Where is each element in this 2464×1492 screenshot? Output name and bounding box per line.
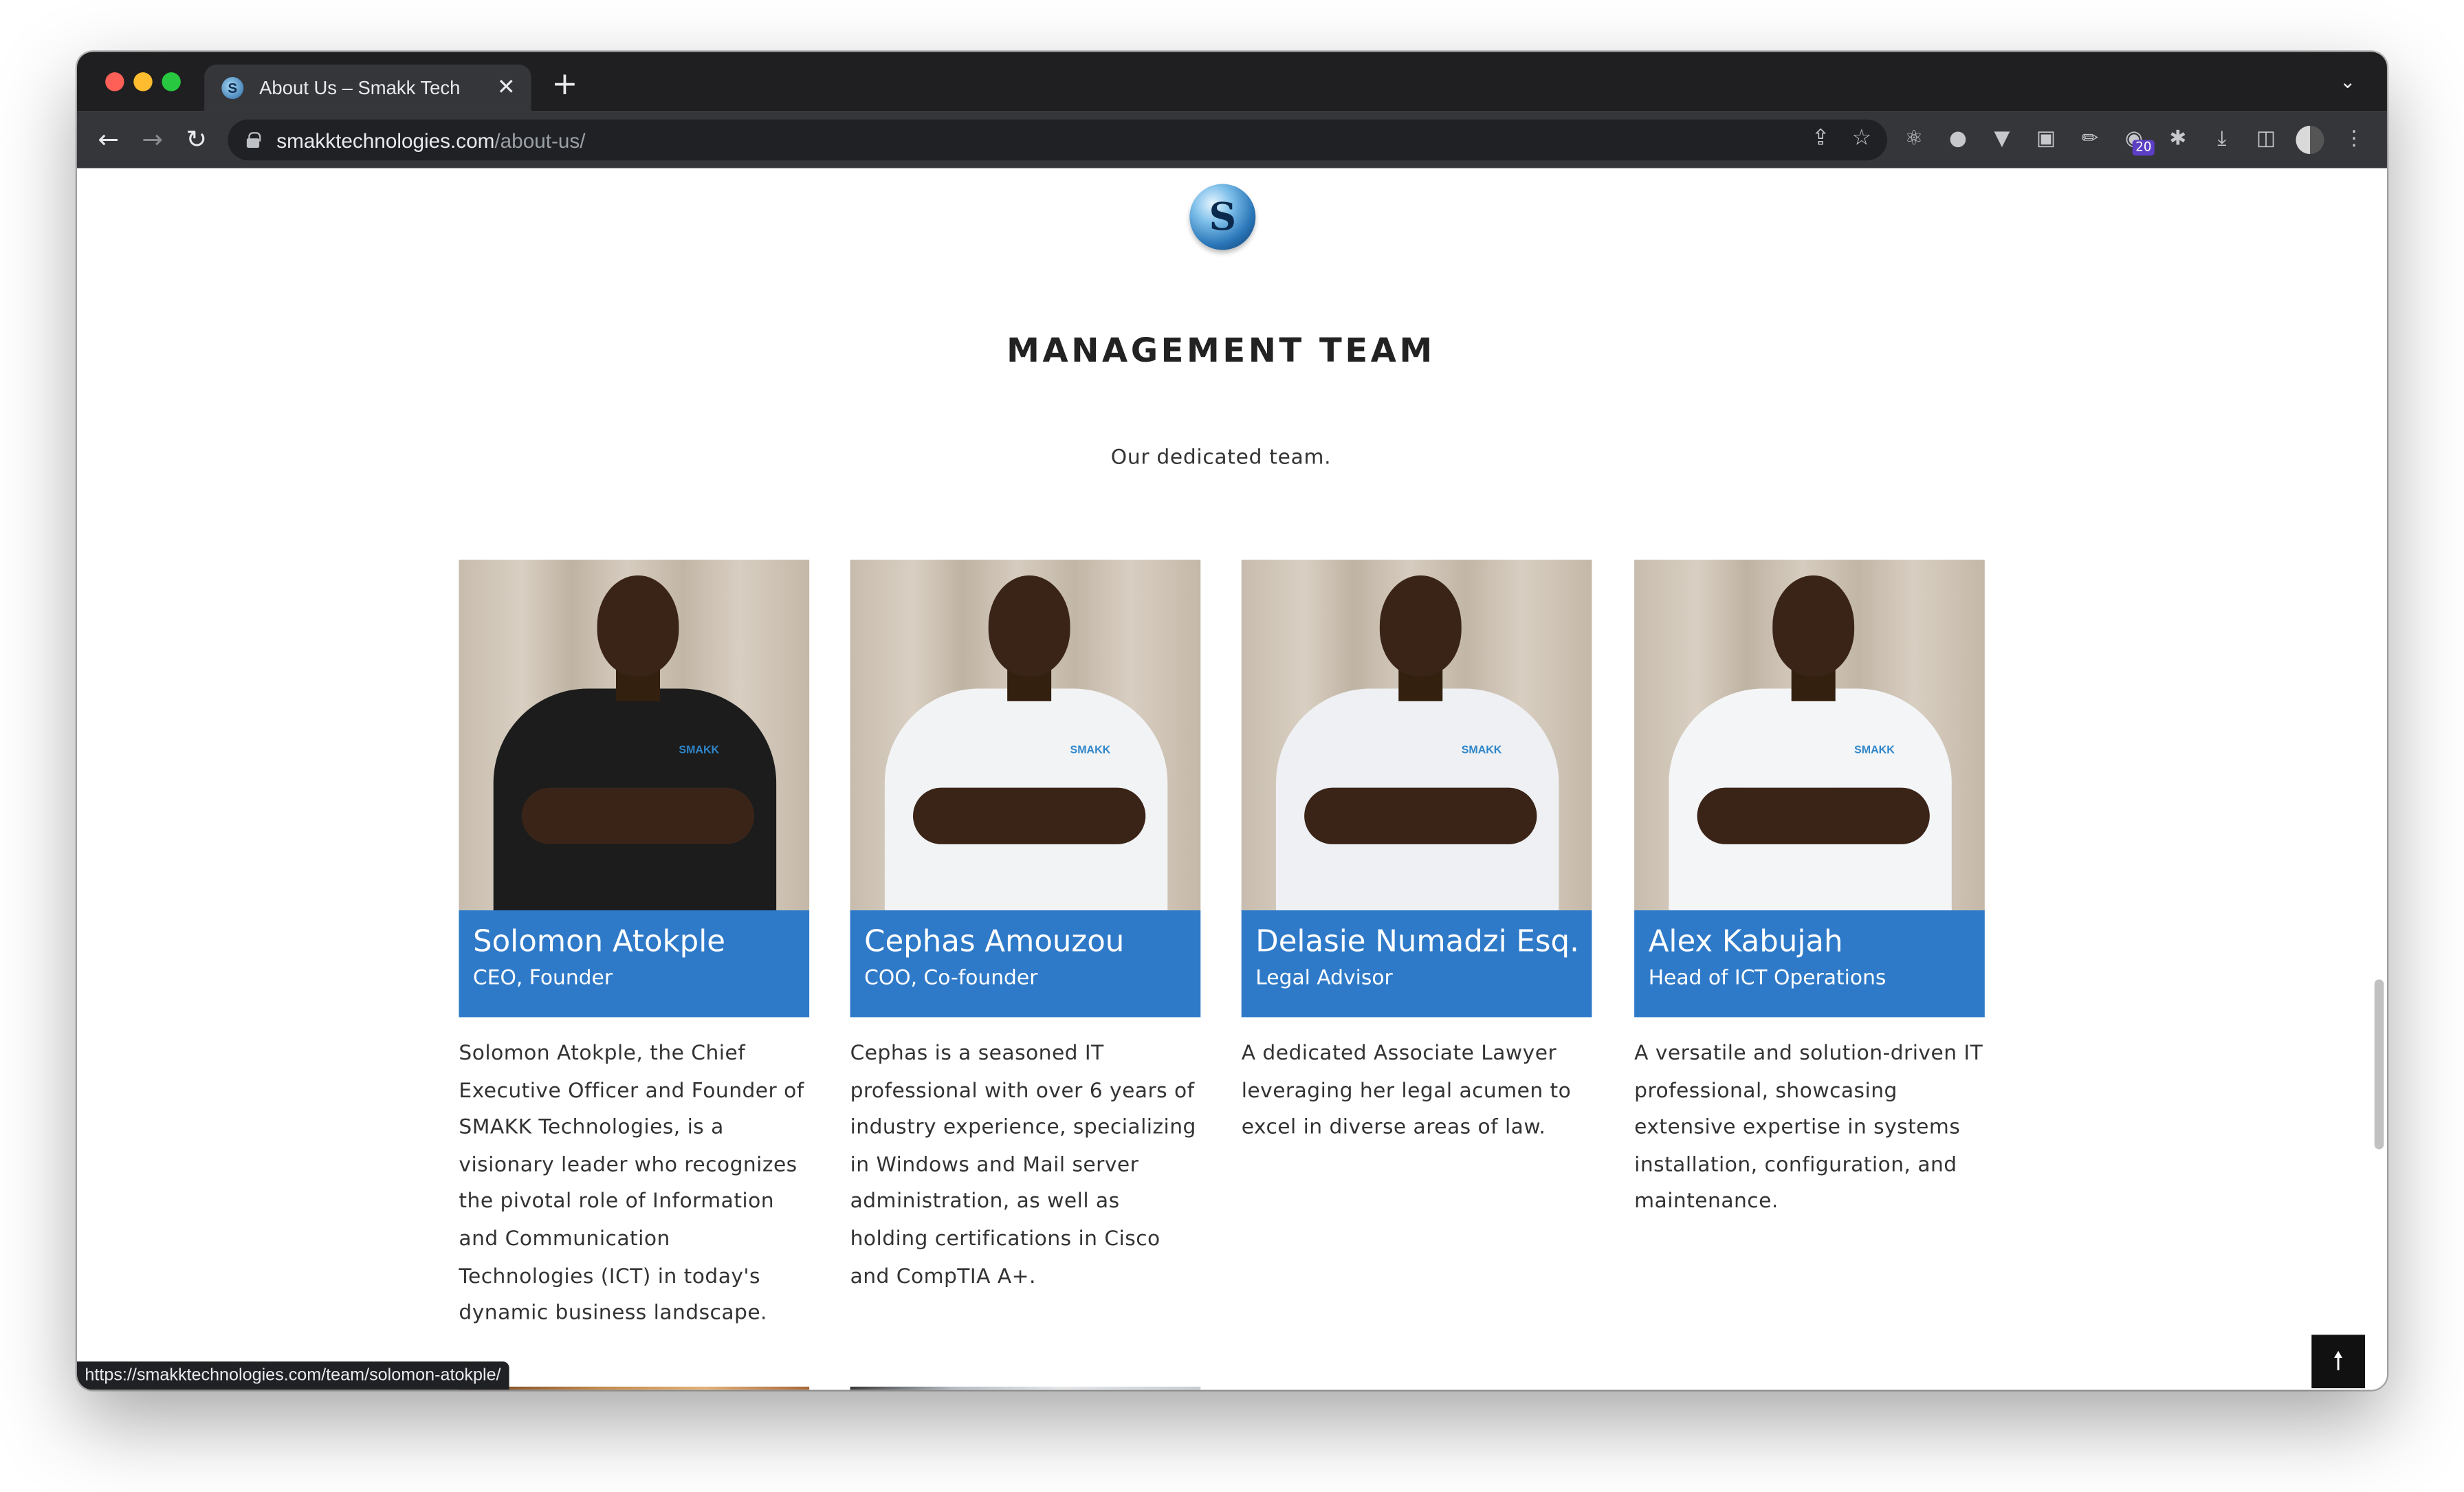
color-picker-icon[interactable]: ✏ [2076,126,2104,154]
shirt-logo-icon: SMAKK [1070,745,1111,756]
new-tab-button[interactable]: + [551,67,578,99]
team-namebar[interactable]: Alex Kabujah Head of ICT Operations [1634,910,1985,1018]
download-icon[interactable]: ⤓ [2208,126,2236,154]
smakk-logo: S [1189,184,1256,250]
extension-badge: 20 [2132,140,2155,156]
member-role: COO, Co-founder [864,967,1038,991]
team-card: SMAKK Alex Kabujah Head of ICT Operation… [1634,560,1985,1222]
tab-strip: S About Us – Smakk Tech ✕ + ⌄ [76,52,2387,112]
browser-window: S About Us – Smakk Tech ✕ + ⌄ ← → ↻ smak… [76,52,2387,1390]
extension-paw-icon[interactable]: ● [1944,126,1972,154]
section-subtitle: Our dedicated team. [1110,446,1332,470]
tab-about-us[interactable]: S About Us – Smakk Tech ✕ [204,64,531,112]
tab-search-chevron-icon[interactable]: ⌄ [2340,71,2355,93]
minimize-window-button[interactable] [133,72,153,91]
page-scrollbar[interactable] [2374,979,2384,1150]
team-member-photo[interactable]: SMAKK [1241,560,1592,910]
browser-toolbar: ← → ↻ smakktechnologies.com /about-us/ ⇪… [76,111,2387,168]
bookmark-star-icon[interactable]: ☆ [1852,126,1872,151]
team-member-photo-partial[interactable] [459,1386,810,1390]
extensions-area: ⚛ ● ▼ ▣ ✏ ◉ 20 ✱ ⤓ ◫ ⋮ [1900,125,2368,156]
team-namebar[interactable]: Solomon Atokple CEO, Founder [459,910,810,1018]
reload-button[interactable]: ↻ [181,124,212,156]
zoom-window-button[interactable] [162,72,181,91]
member-role: CEO, Founder [472,967,613,991]
team-member-photo[interactable]: SMAKK [1634,560,1985,910]
team-card: SMAKK Solomon Atokple CEO, Founder Solom… [459,560,810,1332]
shirt-logo-icon: SMAKK [679,745,720,756]
team-member-photo[interactable]: SMAKK [850,560,1201,910]
extensions-puzzle-icon[interactable]: ✱ [2164,126,2192,154]
site-favicon-icon: S [221,77,244,100]
section-title: MANAGEMENT TEAM [1006,331,1436,370]
profile-avatar[interactable] [2296,125,2324,155]
address-bar[interactable]: smakktechnologies.com /about-us/ ⇪ ☆ [228,119,1888,161]
vue-devtools-icon[interactable]: ▼ [1988,126,2016,154]
member-name[interactable]: Cephas Amouzou [864,923,1187,961]
team-namebar[interactable]: Delasie Numadzi Esq. Legal Advisor [1241,910,1592,1018]
extension-window-icon[interactable]: ▣ [2032,126,2060,154]
team-card: SMAKK Delasie Numadzi Esq. Legal Advisor… [1241,560,1592,1148]
url-path: /about-us/ [494,128,586,152]
browser-menu-icon[interactable]: ⋮ [2340,126,2368,154]
member-name[interactable]: Alex Kabujah [1649,923,1971,961]
share-icon[interactable]: ⇪ [1812,126,1830,151]
shirt-logo-icon: SMAKK [1461,745,1502,756]
omnibox-actions: ⇪ ☆ [1812,126,1872,151]
member-name[interactable]: Solomon Atokple [473,923,795,961]
tab-close-icon[interactable]: ✕ [497,77,516,99]
link-status-bar: https://smakktechnologies.com/team/solom… [76,1361,509,1390]
member-role: Head of ICT Operations [1648,967,1886,991]
member-bio: Cephas is a seasoned IT professional wit… [850,1042,1196,1289]
member-bio: A dedicated Associate Lawyer leveraging … [1241,1042,1572,1141]
member-bio: A versatile and solution-driven IT profe… [1634,1042,1983,1215]
member-bio: Solomon Atokple, the Chief Executive Off… [459,1042,804,1326]
back-to-top-button[interactable]: 🠕 [2311,1335,2365,1389]
team-card: SMAKK Cephas Amouzou COO, Co-founder Cep… [850,560,1201,1295]
lock-icon[interactable] [246,132,261,148]
team-namebar[interactable]: Cephas Amouzou COO, Co-founder [850,910,1201,1018]
extension-counter-icon[interactable]: ◉ 20 [2120,126,2155,156]
close-window-button[interactable] [105,72,124,91]
back-button[interactable]: ← [93,124,124,156]
member-role: Legal Advisor [1255,967,1393,991]
side-panel-icon[interactable]: ◫ [2252,126,2280,154]
screen: S About Us – Smakk Tech ✕ + ⌄ ← → ↻ smak… [0,0,2464,1492]
team-member-photo[interactable]: SMAKK [459,560,810,910]
page-viewport: S MANAGEMENT TEAM Our dedicated team. SM… [76,168,2387,1390]
team-member-photo-partial[interactable] [850,1386,1201,1390]
url-host: smakktechnologies.com [276,128,495,152]
react-devtools-icon[interactable]: ⚛ [1900,126,1928,154]
shirt-logo-icon: SMAKK [1854,745,1895,756]
member-name[interactable]: Delasie Numadzi Esq. [1255,923,1579,961]
tab-title: About Us – Smakk Tech [259,77,461,100]
forward-button[interactable]: → [137,124,168,156]
